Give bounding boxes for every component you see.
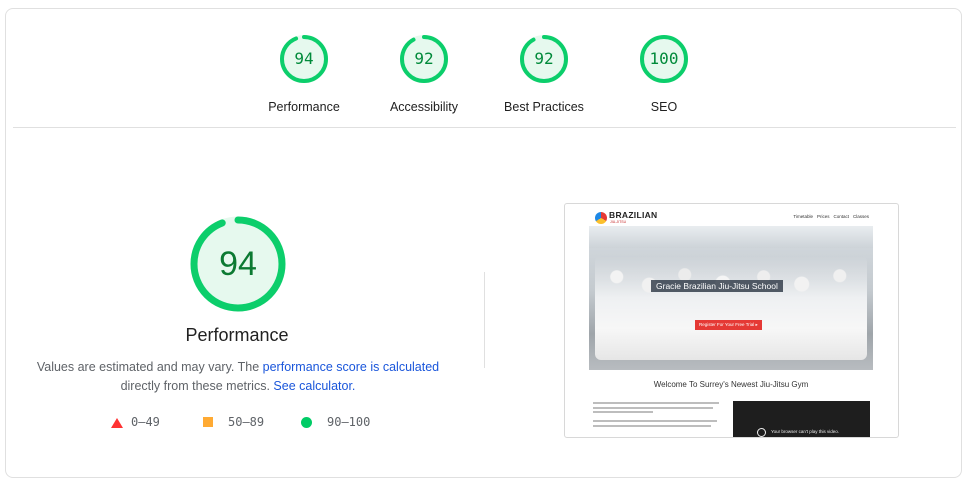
gauge-accessibility[interactable]: 92 Accessibility [364, 33, 484, 114]
site-nav-item: Timetable [793, 214, 813, 219]
hero-image: Gracie Brazilian Jiu-Jitsu School Regist… [589, 226, 873, 370]
body-text-block [593, 402, 723, 437]
legend-pass: 90–100 [301, 415, 370, 429]
gauge-performance[interactable]: 94 Performance [244, 33, 364, 114]
gauge-best-practices-label: Best Practices [504, 100, 584, 114]
divider [13, 127, 956, 128]
gauge-accessibility-score: 92 [414, 49, 434, 68]
performance-gauge-large: 94 [188, 214, 288, 314]
circle-icon [301, 417, 312, 428]
score-gauges: 94 Performance 92 Accessibility 92 Best … [6, 33, 963, 123]
hero-cta-button: Register For Your Free Trial ▸ [695, 320, 762, 330]
performance-score-large: 94 [219, 245, 257, 283]
screenshot-page: BRAZILIAN JIU-JITSU Timetable Prices Conta… [589, 204, 873, 437]
site-nav-item: Classes [852, 214, 869, 219]
final-screenshot[interactable]: BRAZILIAN JIU-JITSU Timetable Prices Conta… [564, 203, 899, 438]
gauge-performance-label: Performance [268, 100, 340, 114]
legend-pass-range: 90–100 [327, 415, 371, 429]
gauge-seo[interactable]: 100 SEO [604, 33, 724, 114]
site-nav-item: Prices [816, 214, 830, 219]
embedded-video: Your browser can't play this video. [733, 401, 870, 437]
welcome-heading: Welcome To Surrey's Newest Jiu-Jitsu Gym [653, 380, 809, 389]
play-icon [757, 428, 766, 437]
performance-description: Values are estimated and may vary. The p… [34, 358, 442, 396]
gauge-accessibility-label: Accessibility [389, 100, 459, 114]
lighthouse-report-card: 94 Performance 92 Accessibility 92 Best … [5, 8, 962, 478]
gauge-performance-score: 94 [294, 49, 314, 68]
gauge-best-practices[interactable]: 92 Best Practices [484, 33, 604, 114]
description-text-1: Values are estimated and may vary. The [36, 360, 263, 374]
performance-title: Performance [185, 325, 289, 345]
description-text-2: directly from these metrics. [120, 379, 274, 393]
gauge-best-practices-score: 92 [534, 49, 554, 68]
logo-icon [595, 212, 607, 224]
legend-average: 50–89 [203, 415, 264, 429]
performance-score-link[interactable]: performance score is calculated [263, 360, 439, 374]
gauge-seo-label: SEO [650, 100, 678, 114]
hero-ceiling [589, 226, 873, 248]
triangle-icon [111, 418, 123, 428]
video-message: Your browser can't play this video. [771, 429, 839, 434]
legend-average-range: 50–89 [228, 415, 265, 429]
see-calculator-link[interactable]: See calculator. [273, 379, 355, 393]
vertical-divider [484, 272, 485, 368]
hero-group-photo [595, 256, 867, 360]
site-nav-item: Contact [833, 214, 849, 219]
gauge-seo-score: 100 [649, 49, 679, 68]
site-nav: Timetable Prices Contact Classes [789, 214, 869, 219]
square-icon [203, 417, 213, 427]
site-brand-sub: JIU-JITSU [610, 220, 627, 224]
legend-fail: 0–49 [111, 415, 160, 429]
site-brand: BRAZILIAN [609, 210, 658, 220]
legend-fail-range: 0–49 [131, 415, 160, 429]
hero-title: Gracie Brazilian Jiu-Jitsu School [651, 280, 783, 292]
site-header: BRAZILIAN JIU-JITSU Timetable Prices Conta… [589, 204, 873, 228]
